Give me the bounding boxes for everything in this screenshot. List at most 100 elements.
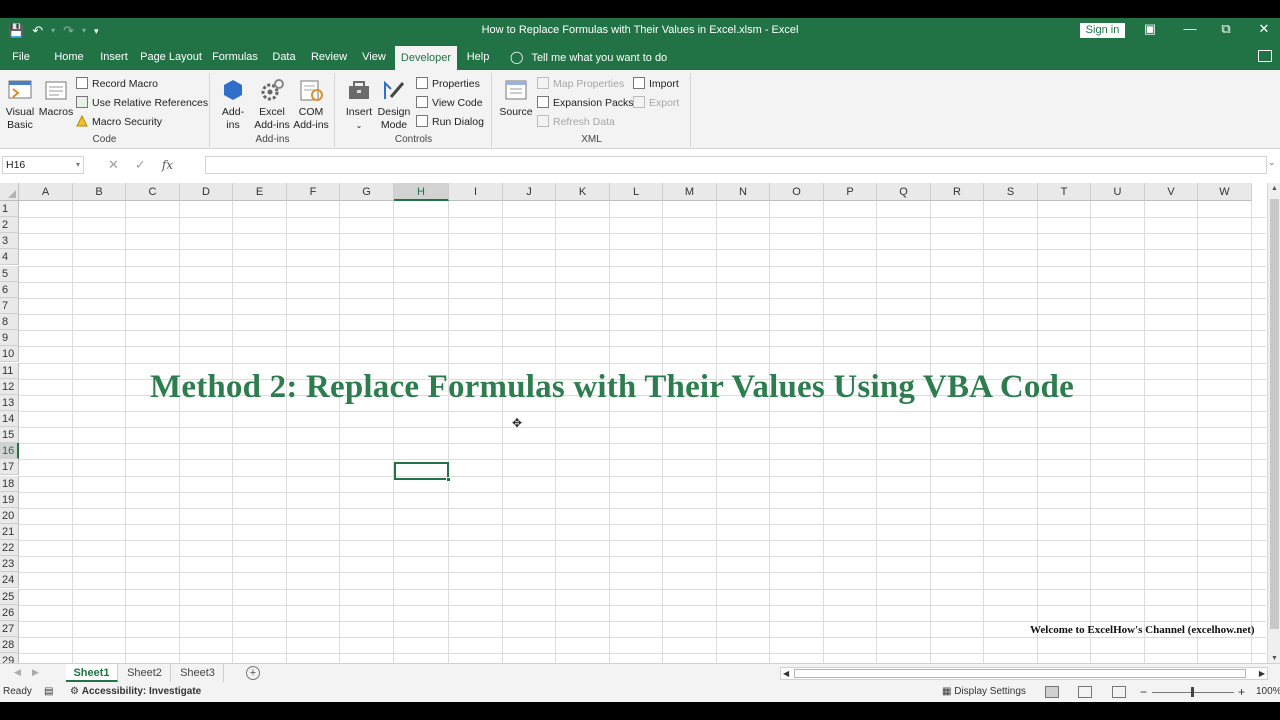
column-header-u[interactable]: U [1091,183,1145,201]
row-header-12[interactable]: 12 [0,379,19,395]
display-settings-button[interactable]: ▦ Display Settings [942,682,1026,702]
close-icon[interactable]: ✕ [1254,21,1274,37]
column-header-e[interactable]: E [233,183,287,201]
scroll-left-icon[interactable]: ◀ [783,668,789,679]
row-header-18[interactable]: 18 [0,476,19,492]
row-header-25[interactable]: 25 [0,589,19,605]
vertical-scroll-thumb[interactable] [1270,199,1279,629]
normal-view-icon[interactable] [1045,686,1059,698]
column-header-r[interactable]: R [931,183,984,201]
column-header-i[interactable]: I [449,183,503,201]
scroll-right-icon[interactable]: ▶ [1259,668,1265,679]
redo-icon[interactable]: ↷ [63,22,74,40]
row-header-27[interactable]: 27 [0,621,19,637]
vertical-scrollbar[interactable]: ▲ ▼ [1267,183,1280,664]
sign-in-button[interactable]: Sign in [1080,23,1125,38]
insert-control-button[interactable]: Insert ⌄ [344,77,374,132]
page-break-preview-icon[interactable] [1112,686,1126,698]
restore-icon[interactable]: ⧉ [1216,21,1236,37]
addins-button[interactable]: Add- ins [217,77,249,132]
zoom-slider-thumb[interactable] [1191,687,1194,697]
source-button[interactable]: Source [499,77,533,119]
expansion-packs-button[interactable]: Expansion Packs [537,94,634,112]
horizontal-scrollbar[interactable]: ◀ ▶ [780,667,1268,680]
dropdown-icon[interactable]: ▾ [82,22,86,40]
column-header-m[interactable]: M [663,183,717,201]
row-header-28[interactable]: 28 [0,637,19,653]
row-header-7[interactable]: 7 [0,298,19,314]
sheet-tab-3[interactable]: Sheet3 [172,664,224,682]
com-addins-button[interactable]: COM Add-ins [291,77,331,132]
visual-basic-button[interactable]: Visual Basic [4,77,36,132]
excel-addins-button[interactable]: Excel Add-ins [253,77,291,132]
sheet-tab-1[interactable]: Sheet1 [66,664,118,682]
column-header-o[interactable]: O [770,183,824,201]
scroll-up-icon[interactable]: ▲ [1269,185,1280,192]
row-header-1[interactable]: 1 [0,201,19,217]
row-header-10[interactable]: 10 [0,346,19,362]
row-header-4[interactable]: 4 [0,249,19,265]
macro-security-button[interactable]: Macro Security [76,113,162,131]
properties-button[interactable]: Properties [416,75,480,93]
tab-insert[interactable]: Insert [96,44,132,70]
tell-me-search[interactable]: ◯ Tell me what you want to do [510,44,667,70]
row-header-14[interactable]: 14 [0,411,19,427]
insert-function-icon[interactable]: fx [162,158,173,172]
row-header-21[interactable]: 21 [0,524,19,540]
page-layout-view-icon[interactable] [1078,686,1092,698]
row-header-9[interactable]: 9 [0,330,19,346]
enter-icon[interactable]: ✓ [135,157,146,173]
cancel-icon[interactable]: ✕ [108,157,119,173]
row-header-16[interactable]: 16 [0,443,19,459]
tab-help[interactable]: Help [462,44,494,70]
column-header-t[interactable]: T [1038,183,1091,201]
row-header-22[interactable]: 22 [0,540,19,556]
row-header-24[interactable]: 24 [0,572,19,588]
column-header-s[interactable]: S [984,183,1038,201]
column-header-v[interactable]: V [1145,183,1198,201]
column-header-w[interactable]: W [1198,183,1252,201]
zoom-level[interactable]: 100% [1256,682,1280,702]
new-sheet-icon[interactable]: + [246,666,260,680]
row-header-3[interactable]: 3 [0,233,19,249]
fill-handle[interactable] [446,477,451,482]
tab-developer[interactable]: Developer [395,46,457,70]
tab-review[interactable]: Review [308,44,350,70]
tab-data[interactable]: Data [268,44,300,70]
active-cell[interactable] [394,462,451,482]
customize-qat-icon[interactable]: ▾ [94,22,99,40]
column-header-j[interactable]: J [503,183,556,201]
next-sheet-icon[interactable]: ▶ [32,667,39,678]
row-header-6[interactable]: 6 [0,282,19,298]
row-header-13[interactable]: 13 [0,395,19,411]
design-mode-button[interactable]: Design Mode [376,77,412,132]
chevron-down-icon[interactable]: ▾ [76,157,80,173]
accessibility-checker[interactable]: ⚙ Accessibility: Investigate [70,682,201,702]
undo-icon[interactable]: ↶ [32,22,43,40]
select-all-button[interactable] [0,183,19,201]
row-header-15[interactable]: 15 [0,427,19,443]
row-header-19[interactable]: 19 [0,492,19,508]
import-button[interactable]: Import [633,75,679,93]
row-header-20[interactable]: 20 [0,508,19,524]
column-header-g[interactable]: G [340,183,394,201]
view-code-button[interactable]: View Code [416,94,483,112]
export-button[interactable]: Export [633,94,679,112]
minimize-icon[interactable]: — [1180,21,1200,36]
row-header-5[interactable]: 5 [0,266,19,282]
column-header-d[interactable]: D [180,183,233,201]
column-header-k[interactable]: K [556,183,610,201]
name-box[interactable]: H16 ▾ [2,156,84,174]
column-header-p[interactable]: P [824,183,877,201]
column-header-a[interactable]: A [19,183,73,201]
sheet-tab-2[interactable]: Sheet2 [119,664,171,682]
record-macro-button[interactable]: Record Macro [76,75,158,93]
row-header-8[interactable]: 8 [0,314,19,330]
macros-button[interactable]: Macros [38,77,74,119]
prev-sheet-icon[interactable]: ◀ [14,667,21,678]
ribbon-display-options-icon[interactable]: ▣ [1140,21,1160,37]
use-relative-references-button[interactable]: Use Relative References [76,94,208,112]
column-header-l[interactable]: L [610,183,663,201]
row-header-2[interactable]: 2 [0,217,19,233]
row-header-11[interactable]: 11 [0,363,19,379]
